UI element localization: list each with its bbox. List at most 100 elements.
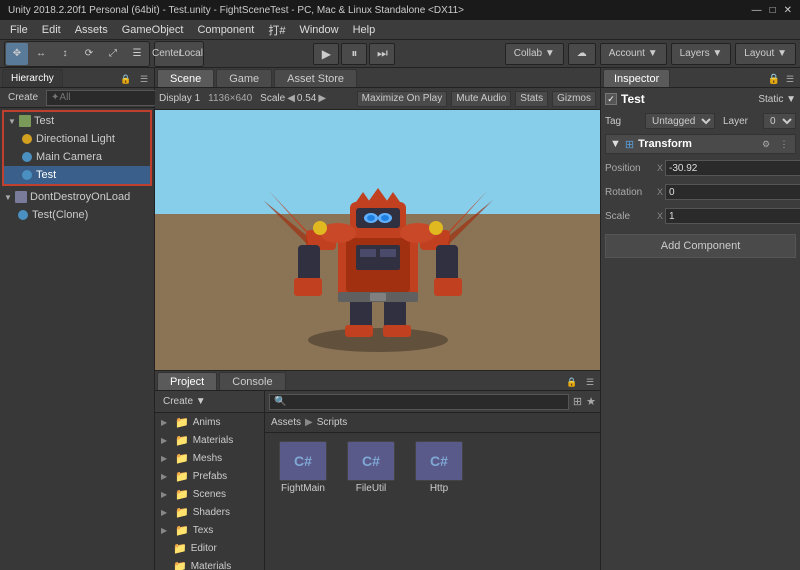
layer-dropdown[interactable]: 0 (763, 113, 796, 129)
proj-sidebar-item-meshs[interactable]: ▶ 📁 Meshs (155, 449, 264, 467)
hier-item-dontdestroy[interactable]: ▼ DontDestroyOnLoad (0, 188, 154, 206)
bottom-menu-icon[interactable]: ☰ (582, 374, 598, 390)
proj-sidebar-item-mat2[interactable]: 📁 Materials (155, 557, 264, 570)
tool-multi[interactable]: ☰ (126, 43, 148, 65)
menu-打[interactable]: 打# (262, 21, 291, 39)
hier-item-test-go[interactable]: Test (4, 166, 150, 184)
gizmos-btn[interactable]: Gizmos (552, 91, 596, 107)
file-fightmain[interactable]: C# FightMain (273, 441, 333, 494)
proj-sidebar-item-anims[interactable]: ▶ 📁 Anims (155, 413, 264, 431)
tool-rect[interactable]: ⤢ (102, 43, 124, 65)
scale-value: 0.54 (297, 93, 316, 104)
materials-folder-icon: 📁 (175, 434, 189, 447)
bottom-lock-icon[interactable]: 🔒 (564, 374, 580, 390)
scene-tab[interactable]: Scene (157, 69, 214, 87)
transform-overflow-icon[interactable]: ⋮ (777, 137, 791, 151)
account-btn[interactable]: Account ▼ (600, 43, 667, 65)
inspector-lock-icon[interactable]: 🔒 (768, 74, 780, 85)
step-btn[interactable]: ⏭ (369, 43, 395, 65)
hier-item-test-scene[interactable]: ▼ Test (4, 112, 150, 130)
play-btn[interactable]: ▶ (313, 43, 339, 65)
file-http[interactable]: C# Http (409, 441, 469, 494)
maximize-btn[interactable]: □ (770, 5, 776, 16)
transform-settings-icon[interactable]: ⚙ (759, 137, 773, 151)
tag-dropdown[interactable]: Untagged (645, 113, 715, 129)
game-tab[interactable]: Game (216, 69, 272, 87)
transform-header[interactable]: ▼ ⊞ Transform ⚙ ⋮ (605, 134, 796, 154)
proj-tool-icon1[interactable]: ⊞ (573, 395, 582, 408)
texs-label: Texs (193, 525, 214, 536)
proj-sidebar-item-scenes[interactable]: ▶ 📁 Scenes (155, 485, 264, 503)
minimize-btn[interactable]: — (752, 5, 762, 16)
mat2-label: Materials (191, 561, 232, 570)
tool-move[interactable]: ✥ (6, 43, 28, 65)
hierarchy-tab[interactable]: Hierarchy (2, 69, 63, 87)
layers-btn[interactable]: Layers ▼ (671, 43, 732, 65)
window-controls[interactable]: — □ ✕ (752, 5, 792, 16)
proj-sidebar-item-materials[interactable]: ▶ 📁 Materials (155, 431, 264, 449)
pause-btn[interactable]: ⏸ (341, 43, 367, 65)
object-active-checkbox[interactable]: ✓ (605, 93, 617, 105)
rot-x-input[interactable] (665, 184, 800, 200)
breadcrumb-scripts[interactable]: Scripts (317, 417, 348, 428)
proj-sidebar-item-editor[interactable]: 📁 Editor (155, 539, 264, 557)
position-row: Position X Y Z (605, 158, 796, 178)
console-tab[interactable]: Console (219, 372, 285, 390)
breadcrumb-assets[interactable]: Assets (271, 417, 301, 428)
panel-menu-icon[interactable]: ☰ (136, 71, 152, 87)
project-tab[interactable]: Project (157, 372, 217, 390)
menu-gameobject[interactable]: GameObject (116, 21, 190, 39)
display-label[interactable]: Display 1 (159, 93, 200, 104)
local-btn[interactable]: Local (180, 43, 202, 65)
hier-create-btn[interactable]: Create (4, 92, 42, 103)
layout-btn[interactable]: Layout ▼ (735, 43, 796, 65)
toolbar: ✥ ↔ ↕ ⟳ ⤢ ☰ Center Local ▶ ⏸ ⏭ Collab ▼ … (0, 40, 800, 68)
panel-lock-icon[interactable]: 🔒 (118, 71, 134, 87)
scene-viewport[interactable] (155, 110, 600, 370)
menu-window[interactable]: Window (293, 21, 344, 39)
file-fileutil[interactable]: C# FileUtil (341, 441, 401, 494)
inspector-menu-icon[interactable]: ☰ (782, 71, 798, 87)
scale-x-input[interactable] (665, 208, 800, 224)
menu-edit[interactable]: Edit (36, 21, 67, 39)
tag-row: Tag Untagged Layer 0 (605, 113, 796, 129)
hier-item-main-camera[interactable]: Main Camera (4, 148, 150, 166)
scale-arrows: ◀ (287, 93, 295, 104)
menu-assets[interactable]: Assets (69, 21, 114, 39)
cloud-btn[interactable]: ☁ (568, 43, 596, 65)
mute-btn[interactable]: Mute Audio (451, 91, 511, 107)
pos-x-input[interactable] (665, 160, 800, 176)
proj-sidebar-item-prefabs[interactable]: ▶ 📁 Prefabs (155, 467, 264, 485)
proj-sidebar-item-texs[interactable]: ▶ 📁 Texs (155, 521, 264, 539)
shaders-folder-icon: 📁 (175, 506, 189, 519)
menu-file[interactable]: File (4, 21, 34, 39)
inspector-tab[interactable]: Inspector (603, 69, 670, 87)
breadcrumb-sep: ▶ (305, 417, 313, 428)
file-fightmain-label: FightMain (281, 483, 325, 494)
static-label[interactable]: Static ▼ (758, 94, 796, 105)
hier-item-directional-light[interactable]: Directional Light (4, 130, 150, 148)
proj-sidebar-item-shaders[interactable]: ▶ 📁 Shaders (155, 503, 264, 521)
file-fileutil-label: FileUtil (356, 483, 387, 494)
tool-scale[interactable]: ⟳ (78, 43, 100, 65)
proj-create-btn[interactable]: Create ▼ (159, 395, 210, 408)
anims-arrow: ▶ (161, 418, 171, 427)
close-btn[interactable]: ✕ (784, 5, 792, 16)
materials-label: Materials (193, 435, 234, 446)
center-btn[interactable]: Center (156, 43, 178, 65)
hier-item-test-clone[interactable]: Test(Clone) (0, 206, 154, 224)
add-component-btn[interactable]: Add Component (605, 234, 796, 258)
stats-btn[interactable]: Stats (515, 91, 548, 107)
proj-tool-icon2[interactable]: ★ (586, 395, 596, 408)
hier-label-main-camera: Main Camera (36, 151, 102, 163)
tool-rotate[interactable]: ↕ (54, 43, 76, 65)
inspector-object-name[interactable]: Test (621, 92, 754, 106)
menu-help[interactable]: Help (347, 21, 382, 39)
menu-component[interactable]: Component (191, 21, 260, 39)
maximize-btn[interactable]: Maximize On Play (357, 91, 448, 107)
tool-translate[interactable]: ↔ (30, 43, 52, 65)
collab-btn[interactable]: Collab ▼ (505, 43, 564, 65)
asset-store-tab[interactable]: Asset Store (274, 69, 357, 87)
file-http-icon: C# (415, 441, 463, 481)
project-search-input[interactable] (269, 394, 569, 410)
